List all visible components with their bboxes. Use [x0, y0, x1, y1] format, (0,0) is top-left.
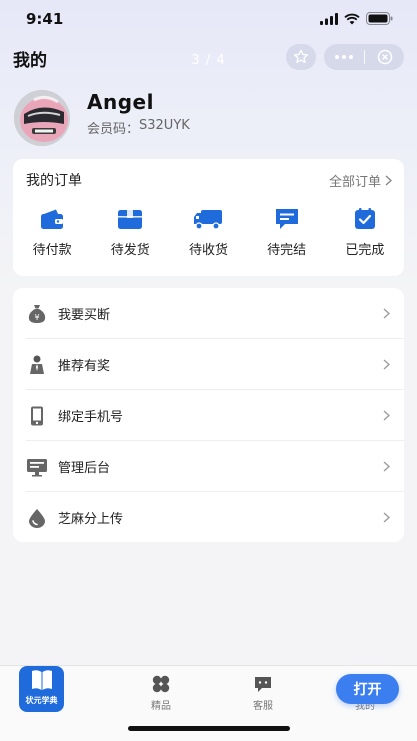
orders-title: 我的订单	[26, 173, 82, 189]
avatar[interactable]	[14, 90, 70, 146]
order-pending-receipt[interactable]: 待收货	[169, 207, 247, 258]
chevron-right-icon	[383, 512, 390, 523]
chevron-right-icon	[383, 308, 390, 319]
tab-label: 客服	[253, 701, 273, 712]
svg-text:¥: ¥	[34, 313, 39, 322]
menu-card: ¥ 我要买断 推荐有奖 绑定手机号 管理后台 芝麻分上传	[13, 288, 404, 542]
wifi-icon	[344, 13, 360, 24]
capsule-divider	[364, 50, 365, 64]
menu-item-admin[interactable]: 管理后台	[13, 441, 404, 492]
more-button[interactable]	[324, 44, 364, 70]
mini-program-capsule	[324, 44, 404, 70]
menu-item-sesame-upload[interactable]: 芝麻分上传	[13, 492, 404, 543]
check-icon	[354, 208, 375, 229]
menu-item-referral[interactable]: 推荐有奖	[13, 339, 404, 390]
member-code-value: S32UYK	[139, 118, 190, 133]
star-icon	[293, 49, 309, 64]
chevron-right-icon	[383, 461, 390, 472]
money-bag-icon: ¥	[28, 304, 46, 323]
book-icon	[31, 670, 52, 690]
order-completed[interactable]: 已完成	[326, 207, 404, 258]
order-pending-shipment[interactable]: 待发货	[91, 207, 169, 258]
home-indicator	[128, 726, 290, 731]
chevron-right-icon	[383, 359, 390, 370]
member-code-label: 会员码：	[87, 122, 140, 137]
tab-service[interactable]: 客服	[211, 674, 315, 712]
truck-icon	[194, 210, 223, 230]
menu-item-bind-phone[interactable]: 绑定手机号	[13, 390, 404, 441]
chat-icon	[255, 677, 271, 692]
menu-item-label: 我要买断	[58, 308, 111, 323]
menu-item-label: 管理后台	[58, 461, 111, 476]
status-icons	[320, 12, 393, 25]
person-icon	[30, 355, 44, 374]
menu-item-label: 推荐有奖	[58, 359, 111, 374]
open-button[interactable]: 打开	[336, 674, 399, 704]
all-orders-label: 全部订单	[328, 175, 381, 190]
order-pending-payment[interactable]: 待付款	[13, 207, 91, 258]
message-icon	[275, 209, 298, 229]
wallet-icon	[41, 209, 64, 229]
tab-label: 精品	[151, 701, 171, 712]
order-label: 待发货	[110, 243, 150, 258]
menu-item-buyout[interactable]: ¥ 我要买断	[13, 288, 404, 339]
drop-icon	[29, 508, 45, 528]
status-bar: 9:41	[0, 0, 417, 38]
chevron-right-icon	[383, 410, 390, 421]
app-badge-label: 状元学典	[25, 696, 58, 705]
order-label: 待完结	[267, 243, 307, 258]
app-badge[interactable]: 状元学典	[19, 666, 64, 712]
signal-icon	[320, 12, 338, 25]
tab-featured[interactable]: 精品	[109, 674, 213, 712]
phone-icon	[31, 406, 43, 425]
status-time: 9:41	[26, 10, 64, 28]
order-label: 待收货	[188, 243, 228, 258]
chevron-right-icon	[385, 175, 392, 186]
close-icon	[377, 49, 392, 65]
menu-item-label: 芝麻分上传	[58, 512, 124, 527]
helmet-avatar-icon	[14, 90, 70, 146]
user-name: Angel	[87, 90, 154, 114]
menu-item-label: 绑定手机号	[58, 410, 124, 425]
orders-card: 我的订单 全部订单 待付款 待发货 待收货 待完结 已完成	[13, 159, 404, 276]
monitor-icon	[27, 458, 47, 476]
package-icon	[118, 210, 143, 229]
order-pending-completion[interactable]: 待完结	[248, 207, 326, 258]
all-orders-link[interactable]: 全部订单	[329, 171, 392, 190]
clover-icon	[152, 675, 170, 693]
order-label: 已完成	[345, 243, 385, 258]
order-status-row: 待付款 待发货 待收货 待完结 已完成	[13, 207, 404, 258]
member-code: 会员码： S32UYK	[87, 118, 190, 137]
order-label: 待付款	[32, 243, 72, 258]
close-button[interactable]	[365, 44, 404, 70]
battery-icon	[366, 12, 393, 25]
favorite-button[interactable]	[286, 44, 316, 70]
